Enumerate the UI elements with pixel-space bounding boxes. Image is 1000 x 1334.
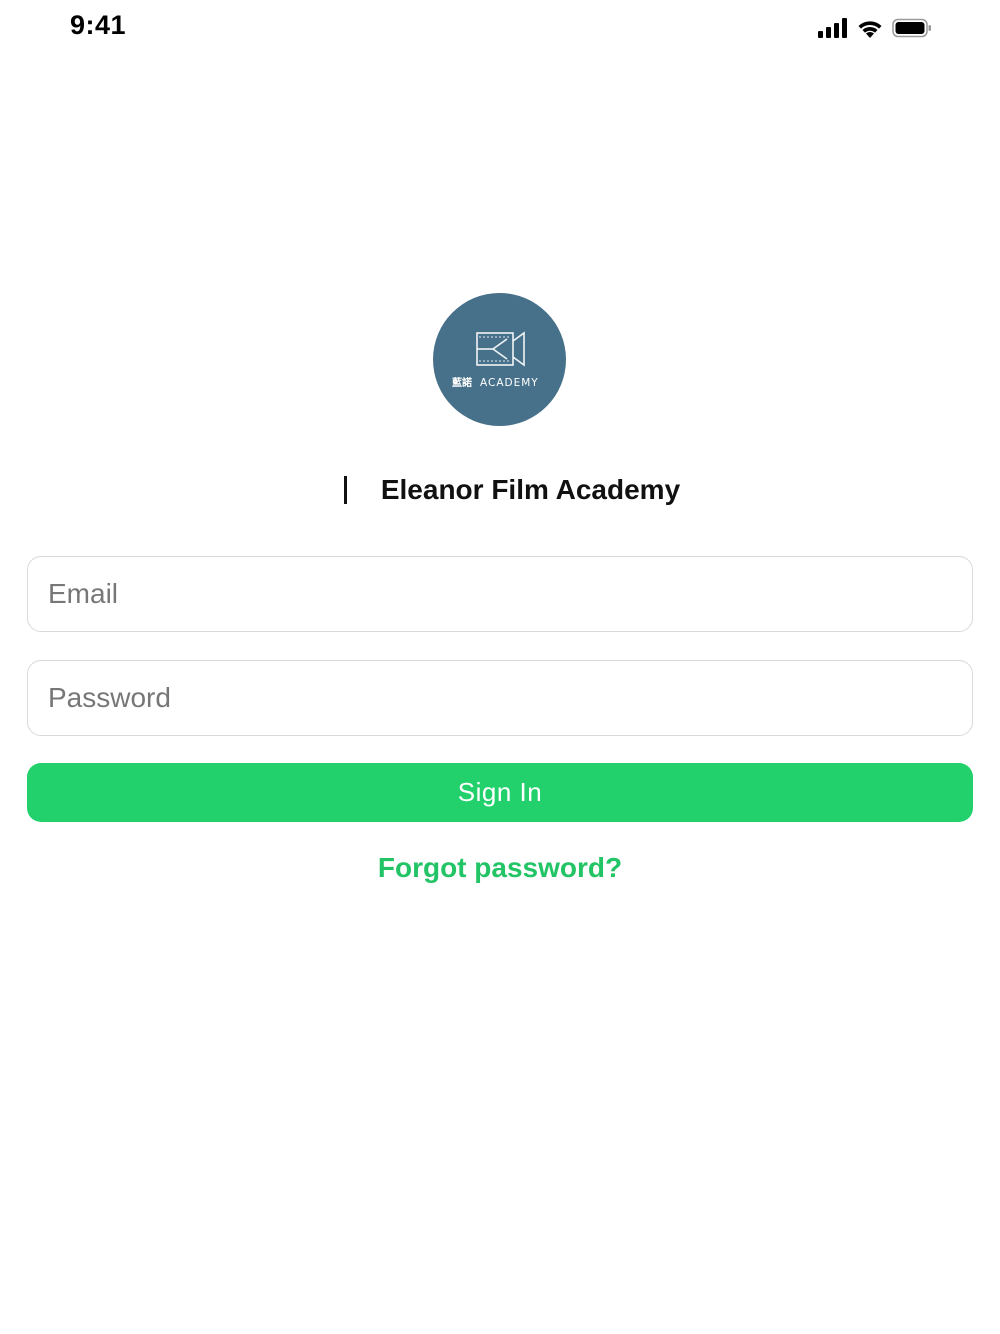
logo-text: ACADEMY bbox=[480, 377, 539, 389]
login-screen: 9:41 藍諾 ACADEMY Eleanor Film Academy Ema… bbox=[0, 0, 1000, 1334]
email-field[interactable] bbox=[28, 557, 972, 631]
sign-in-button[interactable]: Sign In bbox=[27, 763, 973, 822]
password-field[interactable] bbox=[28, 661, 972, 735]
academy-logo: 藍諾 ACADEMY bbox=[433, 293, 566, 426]
status-time: 9:41 bbox=[70, 10, 127, 40]
password-field-container bbox=[27, 660, 973, 736]
cellular-signal-icon bbox=[818, 18, 848, 38]
app-name-text: Eleanor Film Academy bbox=[380, 474, 681, 505]
email-field-container bbox=[27, 556, 973, 632]
battery-icon bbox=[892, 18, 932, 38]
status-bar: 9:41 bbox=[0, 0, 1000, 60]
forgot-password-link[interactable]: Forgot password? bbox=[0, 852, 1000, 884]
wifi-icon bbox=[856, 18, 884, 38]
app-name-heading: Eleanor Film Academy bbox=[0, 474, 1000, 506]
status-icons bbox=[818, 18, 932, 38]
text-cursor-bar bbox=[343, 476, 347, 504]
logo-cjk-text: 藍諾 bbox=[452, 376, 472, 389]
